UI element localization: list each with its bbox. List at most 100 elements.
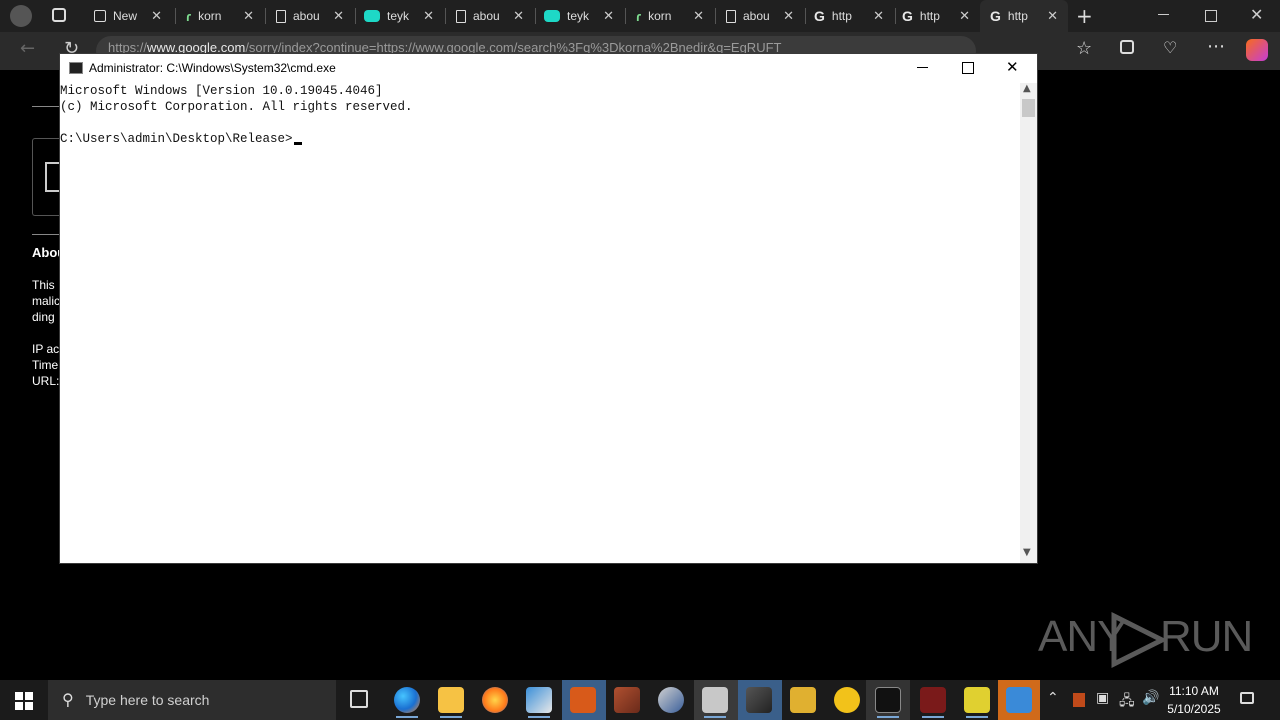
divider [32, 106, 62, 107]
close-icon[interactable]: ✕ [151, 8, 162, 24]
app-icon[interactable] [920, 687, 946, 713]
tab-label: teyk [567, 9, 590, 23]
minimize-icon[interactable] [1158, 14, 1169, 15]
restore-icon[interactable] [1205, 10, 1217, 22]
divider [32, 234, 62, 235]
search-icon: ⚲ [62, 692, 74, 709]
clock-time: 11:10 AM [1169, 684, 1219, 698]
tab-label: abou [293, 9, 320, 23]
new-tab-icon[interactable]: + [1076, 4, 1093, 28]
console-line: (c) Microsoft Corporation. All rights re… [60, 100, 413, 114]
tab[interactable]: ɾ korn ✕ [628, 4, 712, 28]
close-icon[interactable]: ✕ [783, 8, 794, 24]
tab[interactable]: abou ✕ [268, 4, 352, 28]
video-icon [544, 10, 560, 22]
app-icon[interactable] [834, 687, 860, 713]
clock[interactable]: 11:10 AM 5/10/2025 [1160, 682, 1228, 718]
tab-actions-icon[interactable] [52, 8, 66, 22]
cmd-scrollbar[interactable]: ▲ ▼ [1020, 83, 1037, 563]
close-icon[interactable]: ✕ [603, 8, 614, 24]
close-icon[interactable]: ✕ [693, 8, 704, 24]
copilot-icon[interactable] [1246, 39, 1268, 61]
tab[interactable]: abou ✕ [718, 4, 802, 28]
tab-label: teyk [387, 9, 410, 23]
tab[interactable]: teyk ✕ [358, 4, 442, 28]
tab-label: abou [743, 9, 770, 23]
info-text: ding [32, 310, 55, 324]
tab[interactable]: abou ✕ [448, 4, 532, 28]
cmd-app-icon [69, 62, 83, 74]
tab[interactable]: G http ✕ [898, 4, 978, 28]
url-label: URL: [32, 374, 60, 388]
maximize-icon[interactable] [962, 62, 974, 74]
site-icon: ɾ [186, 8, 192, 24]
edge-icon[interactable] [394, 687, 420, 713]
tab[interactable]: New ✕ [86, 4, 170, 28]
app-icon[interactable] [658, 687, 684, 713]
search-placeholder: Type here to search [85, 692, 210, 708]
tray-app-icon[interactable] [1073, 693, 1085, 707]
app-icon[interactable] [1006, 687, 1032, 713]
more-icon[interactable]: ⋯ [1207, 36, 1225, 57]
text-cursor [293, 142, 302, 145]
calendar-icon [94, 10, 106, 22]
clock-date: 5/10/2025 [1167, 702, 1221, 716]
back-icon[interactable]: ← [20, 38, 35, 59]
info-text: This [32, 278, 55, 292]
app-icon[interactable] [746, 687, 772, 713]
cmd-titlebar[interactable]: Administrator: C:\Windows\System32\cmd.e… [60, 54, 1037, 83]
volume-icon[interactable]: 🔊 [1142, 690, 1159, 706]
firefox-icon[interactable] [482, 687, 508, 713]
cmd-title: Administrator: C:\Windows\System32\cmd.e… [89, 61, 336, 75]
scroll-down-icon[interactable]: ▼ [1023, 547, 1031, 558]
close-icon[interactable]: ✕ [959, 8, 970, 24]
tray-device-icon[interactable]: ▣ [1096, 690, 1109, 706]
google-icon: G [990, 8, 1001, 24]
document-icon [456, 9, 466, 23]
scroll-thumb[interactable] [1022, 99, 1035, 117]
app-icon[interactable] [614, 687, 640, 713]
taskbar-search[interactable]: ⚲ Type here to search [48, 680, 336, 720]
start-icon[interactable] [15, 692, 33, 710]
chevron-up-icon[interactable]: ⌃ [1047, 690, 1059, 706]
network-icon[interactable]: 🖧 [1119, 690, 1135, 714]
tab-label: New [113, 9, 138, 23]
anyrun-watermark: ANY RUN [1038, 611, 1253, 672]
close-icon[interactable]: ✕ [243, 8, 254, 24]
close-icon[interactable]: ✕ [873, 8, 884, 24]
tab[interactable]: G http ✕ [808, 4, 892, 28]
health-icon[interactable]: ♡ [1163, 38, 1177, 57]
tab-active[interactable]: G http ✕ [980, 0, 1068, 32]
close-window-icon[interactable]: ✕ [1250, 5, 1263, 24]
powershell-icon[interactable] [790, 687, 816, 713]
close-icon[interactable]: ✕ [333, 8, 344, 24]
profile-avatar[interactable] [10, 5, 32, 27]
browser-tab-strip: New ✕ ɾ korn ✕ abou ✕ teyk ✕ abou ✕ teyk… [0, 0, 1280, 32]
close-icon[interactable]: ✕ [423, 8, 434, 24]
app-icon[interactable] [702, 687, 728, 713]
close-icon[interactable]: ✕ [513, 8, 524, 24]
google-icon: G [902, 8, 913, 24]
close-icon[interactable]: ✕ [1047, 8, 1058, 24]
file-explorer-icon[interactable] [438, 687, 464, 713]
app-icon[interactable] [964, 687, 990, 713]
collections-icon[interactable] [1120, 40, 1134, 54]
close-icon[interactable]: ✕ [1006, 58, 1019, 76]
notification-icon[interactable] [1240, 692, 1254, 704]
prompt-text: C:\Users\admin\Desktop\Release> [60, 132, 293, 146]
task-view-icon[interactable] [350, 690, 368, 708]
tab[interactable]: teyk ✕ [538, 4, 622, 28]
video-icon [364, 10, 380, 22]
cmd-console[interactable]: Microsoft Windows [Version 10.0.19045.40… [60, 83, 1020, 563]
scroll-up-icon[interactable]: ▲ [1023, 83, 1031, 94]
favorites-icon[interactable]: ☆ [1076, 38, 1092, 59]
cmd-taskbar-icon[interactable] [875, 687, 901, 713]
tab[interactable]: ɾ korn ✕ [178, 4, 262, 28]
time-label: Time [32, 358, 59, 372]
minimize-icon[interactable] [917, 67, 928, 68]
app-icon[interactable] [570, 687, 596, 713]
watermark-run: RUN [1160, 612, 1253, 661]
document-icon [726, 9, 736, 23]
google-icon: G [814, 8, 825, 24]
app-icon[interactable] [526, 687, 552, 713]
